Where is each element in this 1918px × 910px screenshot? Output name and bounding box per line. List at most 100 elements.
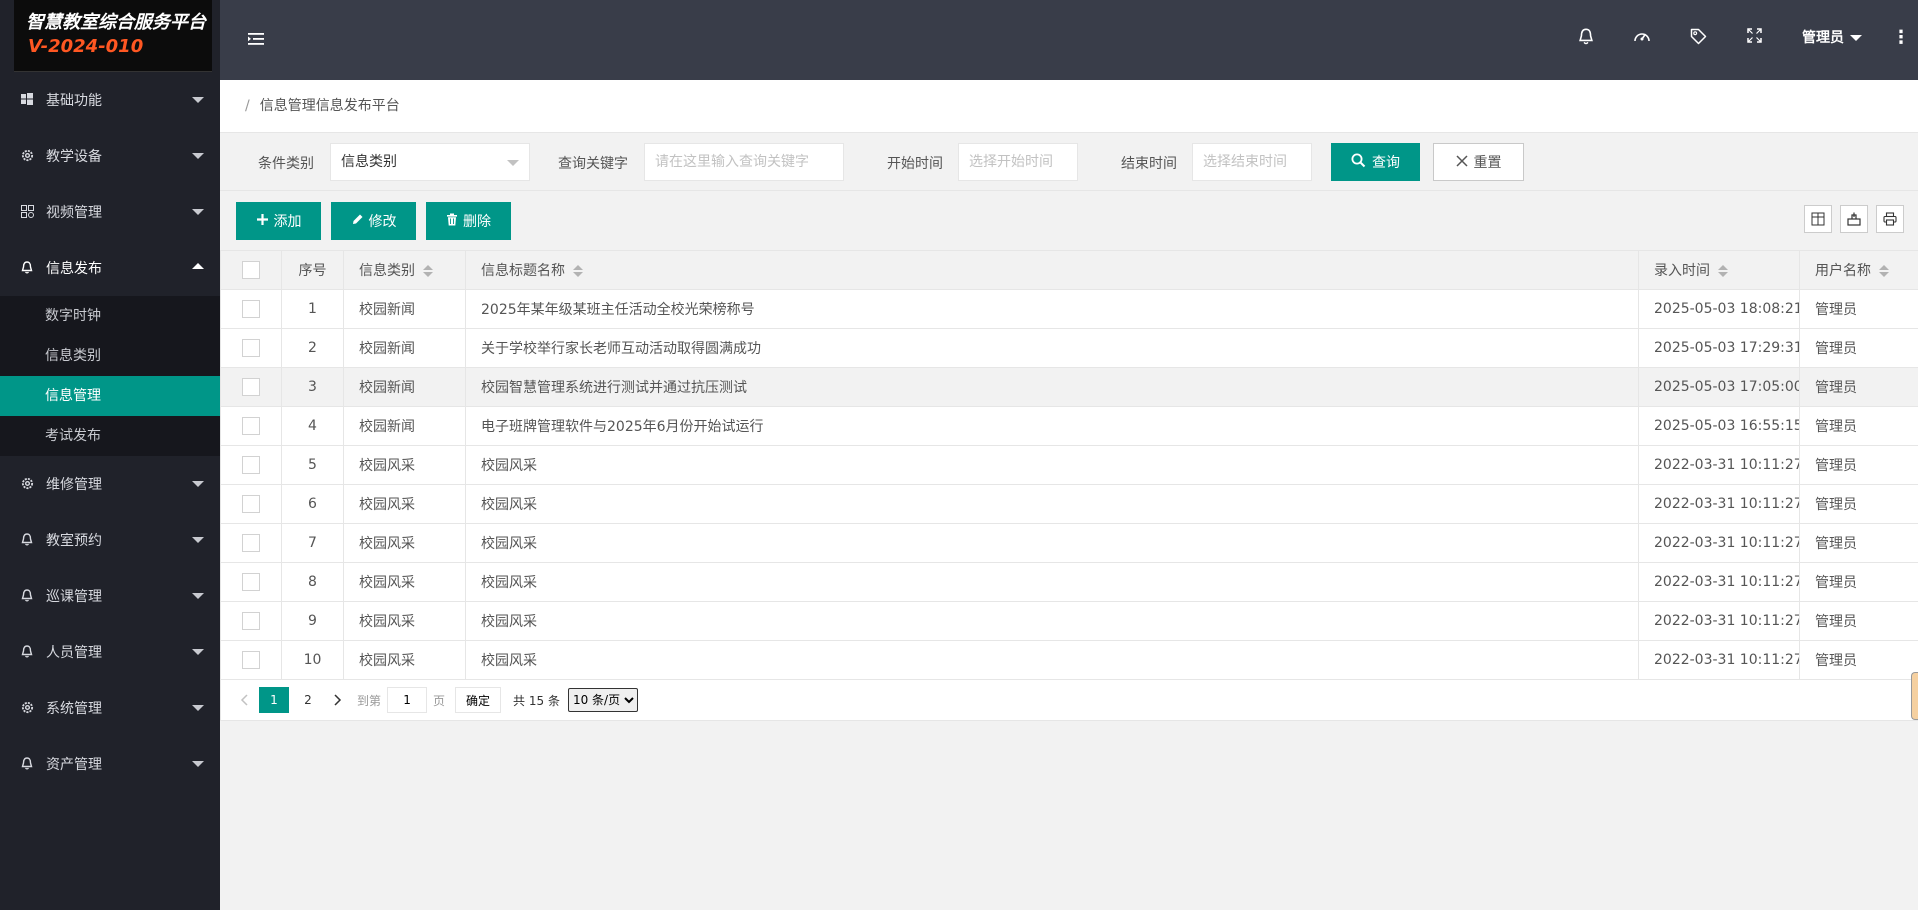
select-all-cell bbox=[220, 250, 282, 290]
goto-confirm-button[interactable]: 确定 bbox=[455, 687, 502, 713]
sidebar-item-classroom-booking[interactable]: 教室预约 bbox=[0, 512, 220, 568]
table-row[interactable]: 6 校园风采 校园风采 2022-03-31 10:11:27 管理员 bbox=[220, 484, 1918, 524]
search-icon bbox=[1351, 153, 1366, 172]
submenu-item-info-manage[interactable]: 信息管理 bbox=[0, 376, 220, 416]
total-count: 共 15 条 bbox=[513, 693, 560, 708]
row-checkbox[interactable] bbox=[242, 612, 260, 630]
end-time-input[interactable] bbox=[1192, 143, 1312, 181]
category-select[interactable]: 信息类别 bbox=[330, 143, 530, 181]
column-header-category[interactable]: 信息类别 bbox=[343, 250, 466, 290]
sidebar-item-personnel[interactable]: 人员管理 bbox=[0, 624, 220, 680]
column-header-title[interactable]: 信息标题名称 bbox=[465, 250, 1639, 290]
goto-page-input[interactable] bbox=[387, 687, 428, 713]
sidebar-item-devices[interactable]: 教学设备 bbox=[0, 128, 220, 184]
table-row[interactable]: 9 校园风采 校园风采 2022-03-31 10:11:27 管理员 bbox=[220, 601, 1918, 641]
more-vertical-icon[interactable]: ⋮ bbox=[1892, 28, 1910, 48]
page-size-select[interactable]: 10 条/页 bbox=[567, 688, 638, 712]
gear-icon bbox=[20, 477, 34, 491]
column-header-user[interactable]: 用户名称 bbox=[1799, 250, 1918, 290]
table-row[interactable]: 3 校园新闻 校园智慧管理系统进行测试并通过抗压测试 2025-05-03 17… bbox=[220, 367, 1918, 407]
table-row[interactable]: 2 校园新闻 关于学校举行家长老师互动活动取得圆满成功 2025-05-03 1… bbox=[220, 328, 1918, 368]
edit-button[interactable]: 修改 bbox=[331, 202, 416, 240]
add-button[interactable]: 添加 bbox=[236, 202, 321, 240]
column-filter-icon[interactable] bbox=[1804, 205, 1832, 233]
table-row[interactable]: 4 校园新闻 电子班牌管理软件与2025年6月份开始试运行 2025-05-03… bbox=[220, 406, 1918, 446]
bell-icon bbox=[20, 645, 34, 659]
table-row[interactable]: 1 校园新闻 2025年某年级某班主任活动全校光荣榜称号 2025-05-03 … bbox=[220, 289, 1918, 329]
sort-icon[interactable] bbox=[1879, 265, 1889, 277]
cell-category: 校园风采 bbox=[343, 484, 466, 524]
prev-page-icon[interactable] bbox=[231, 687, 257, 713]
query-button[interactable]: 查询 bbox=[1331, 143, 1420, 181]
row-checkbox[interactable] bbox=[242, 534, 260, 552]
info-table-wrapper: 序号 信息类别 信息标题名称 录入时间 用户名称 1 校园新闻 2025年某年级… bbox=[220, 250, 1918, 680]
submenu-item-exam-publish[interactable]: 考试发布 bbox=[0, 416, 220, 456]
row-checkbox[interactable] bbox=[242, 495, 260, 513]
cell-no: 9 bbox=[281, 601, 344, 641]
cell-category: 校园风采 bbox=[343, 601, 466, 641]
row-checkbox[interactable] bbox=[242, 573, 260, 591]
sidebar-item-system[interactable]: 系统管理 bbox=[0, 680, 220, 736]
cell-category: 校园风采 bbox=[343, 640, 466, 680]
chevron-down-icon bbox=[192, 761, 204, 767]
sort-icon[interactable] bbox=[573, 265, 583, 277]
cell-time: 2022-03-31 10:11:27 bbox=[1638, 601, 1800, 641]
sidebar-item-patrol[interactable]: 巡课管理 bbox=[0, 568, 220, 624]
side-tab-handle[interactable] bbox=[1911, 672, 1918, 720]
delete-button[interactable]: 删除 bbox=[426, 202, 511, 240]
sidebar-item-assets[interactable]: 资产管理 bbox=[0, 736, 220, 792]
table-row[interactable]: 7 校园风采 校园风采 2022-03-31 10:11:27 管理员 bbox=[220, 523, 1918, 563]
row-checkbox[interactable] bbox=[242, 417, 260, 435]
bell-icon bbox=[20, 261, 34, 275]
sidebar-item-video[interactable]: 视频管理 bbox=[0, 184, 220, 240]
goto-label: 到第 bbox=[357, 693, 382, 708]
page-1-button[interactable]: 1 bbox=[259, 687, 289, 713]
page-2-button[interactable]: 2 bbox=[293, 687, 323, 713]
cell-no: 2 bbox=[281, 328, 344, 368]
breadcrumb-separator: / bbox=[245, 98, 250, 114]
sort-icon[interactable] bbox=[1718, 265, 1728, 277]
plus-icon bbox=[256, 212, 269, 230]
table-toolbar: 添加 修改 删除 bbox=[220, 191, 1918, 250]
cell-category: 校园风采 bbox=[343, 562, 466, 602]
dashboard-icon[interactable] bbox=[1632, 28, 1652, 48]
reset-button[interactable]: 重置 bbox=[1433, 143, 1524, 181]
apps-icon bbox=[20, 205, 34, 219]
row-checkbox[interactable] bbox=[242, 456, 260, 474]
sidebar-item-info-publish[interactable]: 信息发布 bbox=[0, 240, 220, 296]
cell-user: 管理员 bbox=[1799, 328, 1918, 368]
cell-no: 4 bbox=[281, 406, 344, 446]
fullscreen-icon[interactable] bbox=[1744, 28, 1764, 48]
row-checkbox[interactable] bbox=[242, 378, 260, 396]
export-icon[interactable] bbox=[1840, 205, 1868, 233]
tag-icon[interactable] bbox=[1688, 28, 1708, 48]
sidebar-item-basic[interactable]: 基础功能 bbox=[0, 72, 220, 128]
sidebar-menu: 基础功能 教学设备 视频管理 信息发布 数字时钟 信息类别 信息管理 考试发布 … bbox=[0, 72, 220, 792]
keyword-input[interactable] bbox=[644, 143, 844, 181]
row-checkbox[interactable] bbox=[242, 339, 260, 357]
next-page-icon[interactable] bbox=[325, 687, 351, 713]
start-time-input[interactable] bbox=[958, 143, 1078, 181]
submenu-item-info-category[interactable]: 信息类别 bbox=[0, 336, 220, 376]
chevron-down-icon bbox=[192, 537, 204, 543]
menu-toggle-icon[interactable] bbox=[248, 30, 266, 48]
table-row[interactable]: 5 校园风采 校园风采 2022-03-31 10:11:27 管理员 bbox=[220, 445, 1918, 485]
user-menu[interactable]: 管理员 bbox=[1802, 28, 1862, 48]
sort-icon[interactable] bbox=[423, 265, 433, 277]
sidebar-item-label: 人员管理 bbox=[46, 645, 102, 661]
sidebar-item-label: 基础功能 bbox=[46, 93, 102, 109]
sidebar-item-repair[interactable]: 维修管理 bbox=[0, 456, 220, 512]
cell-time: 2025-05-03 17:05:00 bbox=[1638, 367, 1800, 407]
breadcrumb: / 信息管理信息发布平台 bbox=[220, 80, 1918, 133]
row-checkbox[interactable] bbox=[242, 300, 260, 318]
table-row[interactable]: 8 校园风采 校园风采 2022-03-31 10:11:27 管理员 bbox=[220, 562, 1918, 602]
table-row[interactable]: 10 校园风采 校园风采 2022-03-31 10:11:27 管理员 bbox=[220, 640, 1918, 680]
breadcrumb-current: 信息管理信息发布平台 bbox=[259, 98, 400, 114]
row-checkbox[interactable] bbox=[242, 651, 260, 669]
print-icon[interactable] bbox=[1876, 205, 1904, 233]
cell-title: 电子班牌管理软件与2025年6月份开始试运行 bbox=[465, 406, 1639, 446]
column-header-time[interactable]: 录入时间 bbox=[1638, 250, 1800, 290]
submenu-item-digital-clock[interactable]: 数字时钟 bbox=[0, 296, 220, 336]
bell-icon[interactable] bbox=[1576, 28, 1596, 48]
select-all-checkbox[interactable] bbox=[242, 261, 260, 279]
